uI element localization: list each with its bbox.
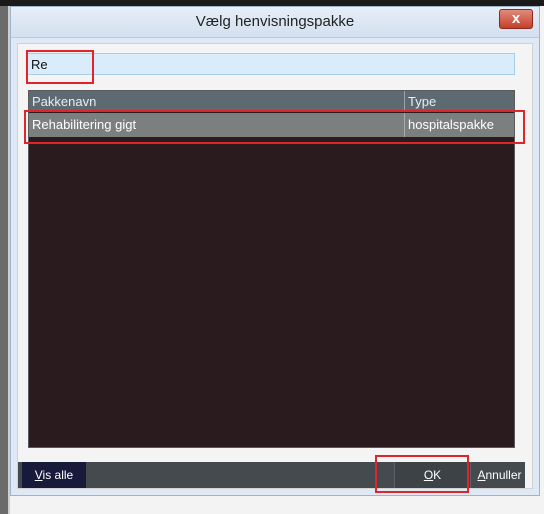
close-icon: x: [511, 10, 521, 27]
ok-highlight-box: [375, 455, 469, 493]
dialog-title: Vælg henvisningspakke: [195, 13, 355, 30]
dialog-titlebar: Vælg henvisningspakke x: [11, 7, 539, 38]
search-highlight-box: [26, 50, 94, 84]
show-all-button[interactable]: Vis alle: [22, 462, 86, 488]
row-highlight-box: [24, 110, 525, 144]
column-header-package-name[interactable]: Pakkenavn: [29, 91, 405, 111]
table-header: Pakkenavn Type: [29, 91, 514, 111]
background-left-panel: [0, 6, 8, 514]
search-input[interactable]: [26, 53, 515, 75]
close-button[interactable]: x: [499, 9, 533, 29]
cancel-button[interactable]: Annuller: [474, 462, 525, 488]
column-header-type[interactable]: Type: [405, 91, 514, 111]
